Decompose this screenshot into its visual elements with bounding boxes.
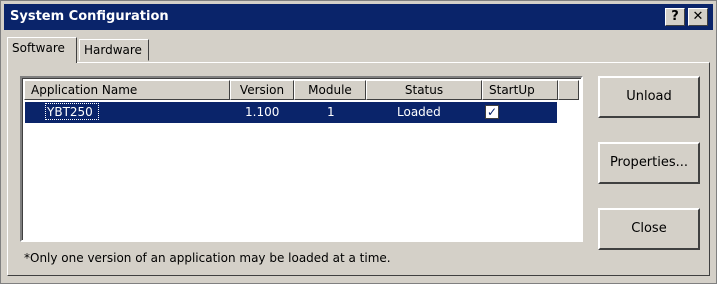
cell-module: 1 [327,105,335,119]
properties-button[interactable]: Properties... [598,142,700,184]
column-header-version[interactable]: Version [230,80,294,100]
column-header-application-name[interactable]: Application Name [24,80,230,100]
help-button[interactable]: ? [665,8,685,26]
footnote: *Only one version of an application may … [24,251,391,265]
close-button[interactable]: Close [598,208,700,250]
tab-software[interactable]: Software [7,37,77,63]
startup-checkbox[interactable]: ✓ [485,105,499,119]
cell-application-name: YBT250 [47,105,93,119]
title-bar[interactable]: System Configuration ? ✕ [4,4,713,30]
column-header-module[interactable]: Module [294,80,366,100]
checkmark-icon: ✓ [486,105,498,119]
application-list[interactable]: Application Name Version Module Status S… [20,76,583,242]
system-configuration-dialog: System Configuration ? ✕ Software Hardwa… [0,0,717,284]
column-header-filler [558,80,579,100]
tab-hardware[interactable]: Hardware [79,39,149,61]
close-window-button[interactable]: ✕ [688,8,708,26]
window-title: System Configuration [10,9,169,24]
unload-button[interactable]: Unload [598,76,700,118]
table-row[interactable]: YBT250 1.100 1 Loaded ✓ [25,102,557,123]
column-header-startup[interactable]: StartUp [482,80,558,100]
column-header-status[interactable]: Status [366,80,482,100]
cell-version: 1.100 [245,105,280,119]
cell-status: Loaded [397,105,441,119]
